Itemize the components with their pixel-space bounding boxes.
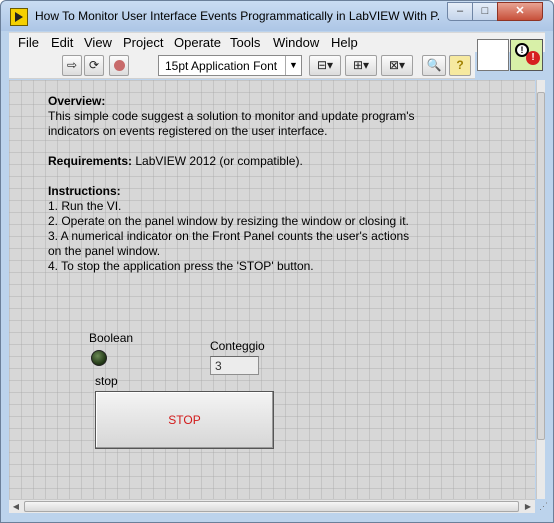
connector-pane[interactable]: [477, 39, 509, 71]
stop-button-text: STOP: [168, 413, 201, 427]
resize-grip-icon[interactable]: ⋰: [539, 501, 551, 513]
count-indicator: 3: [210, 356, 259, 375]
stop-sign-icon: [113, 60, 125, 71]
menu-bar: File Edit View Project Operate Tools Win…: [9, 32, 545, 52]
maximize-button[interactable]: □: [472, 2, 498, 21]
requirements-heading: Requirements:: [48, 154, 133, 168]
requirements-text: LabVIEW 2012 (or compatible).: [132, 154, 303, 168]
font-selector-value: 15pt Application Font: [165, 59, 278, 73]
minimize-button[interactable]: –: [447, 2, 473, 21]
instruction-line: 3. A numerical indicator on the Front Pa…: [48, 229, 410, 243]
run-continuously-icon[interactable]: ⟳: [84, 55, 104, 76]
search-icon[interactable]: 🔍: [422, 55, 446, 76]
vi-icon[interactable]: ! !: [510, 39, 543, 71]
close-button[interactable]: ✕: [497, 2, 543, 21]
boolean-label: Boolean: [89, 331, 134, 345]
run-arrow-icon[interactable]: ⇨: [62, 55, 82, 76]
instructions-heading: Instructions:: [48, 184, 121, 198]
instruction-line: 2. Operate on the panel window by resizi…: [48, 214, 409, 228]
horizontal-scroll-thumb[interactable]: [24, 501, 519, 512]
labview-front-panel-window: How To Monitor User Interface Events Pro…: [0, 0, 554, 523]
title-bar[interactable]: How To Monitor User Interface Events Pro…: [1, 1, 553, 31]
instruction-line: on the panel window.: [48, 244, 161, 258]
instruction-line: 1. Run the VI.: [48, 199, 122, 213]
count-value: 3: [215, 359, 222, 373]
font-selector[interactable]: 15pt Application Font ▼: [158, 55, 302, 76]
menu-tools[interactable]: Tools: [230, 35, 260, 50]
stop-button[interactable]: STOP: [95, 391, 274, 449]
stop-label: stop: [95, 374, 118, 388]
front-panel: Overview: This simple code suggest a sol…: [9, 80, 535, 499]
overview-line: This simple code suggest a solution to m…: [48, 109, 415, 123]
toolbar: ⇨ ⟳ 15pt Application Font ▼ ⊟▾ ⊞▾ ⊠▾ 🔍 ?: [9, 52, 475, 79]
overview-heading: Overview:: [48, 94, 106, 108]
menu-file[interactable]: File: [18, 35, 39, 50]
abort-execution-icon[interactable]: [109, 55, 129, 76]
window-title: How To Monitor User Interface Events Pro…: [35, 9, 441, 23]
menu-help[interactable]: Help: [331, 35, 358, 50]
scroll-right-icon[interactable]: ▶: [521, 500, 535, 513]
boolean-led-indicator: [91, 350, 107, 366]
align-objects-icon[interactable]: ⊟▾: [309, 55, 341, 76]
menu-project[interactable]: Project: [123, 35, 163, 50]
menu-view[interactable]: View: [84, 35, 112, 50]
resize-objects-icon[interactable]: ⊠▾: [381, 55, 413, 76]
warning-icon: !: [526, 51, 540, 65]
count-label: Conteggio: [210, 339, 265, 353]
vertical-scroll-thumb[interactable]: [537, 92, 545, 440]
labview-app-icon: [10, 8, 28, 26]
menu-window[interactable]: Window: [273, 35, 319, 50]
context-help-icon[interactable]: ?: [449, 55, 471, 76]
menu-edit[interactable]: Edit: [51, 35, 73, 50]
instruction-line: 4. To stop the application press the 'ST…: [48, 259, 314, 273]
distribute-objects-icon[interactable]: ⊞▾: [345, 55, 377, 76]
chevron-down-icon: ▼: [285, 56, 301, 75]
horizontal-scrollbar[interactable]: ◀ ▶: [9, 499, 535, 513]
scroll-left-icon[interactable]: ◀: [9, 500, 23, 513]
vertical-scrollbar[interactable]: [536, 80, 545, 499]
description-text: Overview: This simple code suggest a sol…: [48, 94, 448, 289]
overview-line: indicators on events registered on the u…: [48, 124, 328, 138]
menu-operate[interactable]: Operate: [174, 35, 221, 50]
